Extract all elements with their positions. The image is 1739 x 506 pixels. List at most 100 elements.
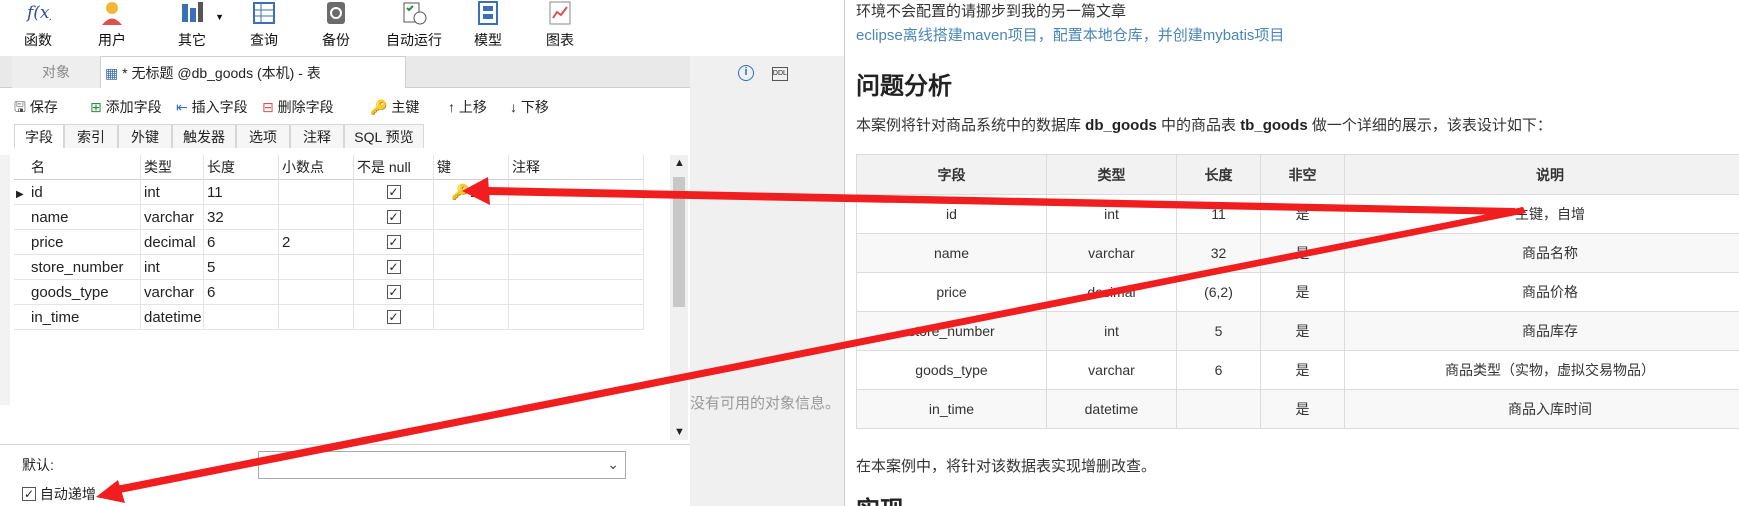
comment-cell[interactable] bbox=[509, 280, 644, 305]
article-table-cell: 是 bbox=[1260, 389, 1345, 429]
not-null-cell[interactable]: ✓ bbox=[354, 255, 434, 280]
scroll-up-icon[interactable]: ▲ bbox=[674, 157, 685, 169]
checkbox-icon[interactable]: ✓ bbox=[386, 210, 401, 225]
field-type-cell[interactable]: datetime bbox=[141, 305, 204, 330]
not-null-cell[interactable]: ✓ bbox=[354, 280, 434, 305]
field-type-cell[interactable]: varchar bbox=[141, 280, 204, 305]
field-name-cell[interactable]: in_time bbox=[28, 305, 141, 330]
comment-cell[interactable] bbox=[509, 180, 644, 205]
insert-field-button[interactable]: ⇤ 插入字段 bbox=[176, 94, 248, 120]
chevron-down-icon[interactable]: ▼ bbox=[215, 12, 224, 22]
subtab-foreign-keys[interactable]: 外键 bbox=[118, 124, 172, 148]
article-link[interactable]: eclipse离线搭建maven项目，配置本地仓库，并创建mybatis项目 bbox=[856, 24, 1284, 45]
table-row[interactable]: in_time datetime ✓ bbox=[14, 305, 644, 330]
subtab-triggers[interactable]: 触发器 bbox=[172, 124, 236, 148]
scrollbar-thumb[interactable] bbox=[673, 177, 685, 307]
ribbon-chart-button[interactable]: 图表 bbox=[540, 0, 580, 52]
field-name-cell[interactable]: store_number bbox=[28, 255, 141, 280]
field-decimals-cell[interactable] bbox=[279, 280, 354, 305]
field-length-cell[interactable]: 11 bbox=[204, 180, 279, 205]
field-type-cell[interactable]: varchar bbox=[141, 205, 204, 230]
add-field-button[interactable]: ⊞ 添加字段 bbox=[90, 94, 162, 120]
not-null-cell[interactable]: ✓ bbox=[354, 180, 434, 205]
delete-field-button[interactable]: ⊟ 删除字段 bbox=[262, 94, 334, 120]
field-name-cell[interactable]: goods_type bbox=[28, 280, 141, 305]
article-table-body: id int 11 是主键，自增 name varchar 32 是商品名称 price deci… bbox=[856, 194, 1739, 429]
subtab-comments[interactable]: 注释 bbox=[290, 124, 344, 148]
comment-cell[interactable] bbox=[509, 230, 644, 255]
table-row[interactable]: goods_type varchar 6 ✓ bbox=[14, 280, 644, 305]
field-length-cell[interactable]: 32 bbox=[204, 205, 279, 230]
field-name-cell[interactable]: price bbox=[28, 230, 141, 255]
ribbon-query-button[interactable]: 查询 bbox=[244, 0, 284, 52]
field-type-cell[interactable]: int bbox=[141, 255, 204, 280]
ribbon-schedule-button[interactable]: 自动运行 bbox=[382, 0, 446, 52]
header-comment[interactable]: 注释 bbox=[509, 155, 644, 180]
field-decimals-cell[interactable] bbox=[279, 180, 354, 205]
field-name-cell[interactable]: id bbox=[28, 180, 141, 205]
field-decimals-cell[interactable] bbox=[279, 255, 354, 280]
move-up-button[interactable]: ↑ 上移 bbox=[448, 94, 487, 120]
subtab-fields[interactable]: 字段 bbox=[14, 124, 64, 148]
table-row[interactable]: ▶ id int 11 ✓ 🔑1 bbox=[14, 180, 644, 205]
ribbon-user-button[interactable]: 用户 bbox=[92, 0, 132, 52]
ddl-icon[interactable]: DDL bbox=[771, 67, 788, 81]
field-name-cell[interactable]: name bbox=[28, 205, 141, 230]
field-length-cell[interactable]: 6 bbox=[204, 280, 279, 305]
header-key[interactable]: 键 bbox=[434, 155, 509, 180]
field-length-cell[interactable]: 5 bbox=[204, 255, 279, 280]
ribbon-backup-button[interactable]: 备份 bbox=[316, 0, 356, 52]
header-decimals[interactable]: 小数点 bbox=[279, 155, 354, 180]
subtab-sql-preview[interactable]: SQL 预览 bbox=[344, 124, 424, 148]
tab-objects[interactable]: 对象 bbox=[12, 56, 100, 88]
field-type-cell[interactable]: int bbox=[141, 180, 204, 205]
comment-cell[interactable] bbox=[509, 205, 644, 230]
field-decimals-cell[interactable] bbox=[279, 205, 354, 230]
designer-toolbar: 🖫 保存 ⊞ 添加字段 ⇤ 插入字段 ⊟ 删除字段 🔑 主键 ↑ 上移 ↓ 下移 bbox=[14, 94, 674, 120]
primary-key-button[interactable]: 🔑 主键 bbox=[370, 94, 419, 120]
default-select[interactable]: ⌄ bbox=[258, 451, 626, 479]
checkbox-icon[interactable]: ✓ bbox=[386, 260, 401, 275]
subtab-options[interactable]: 选项 bbox=[236, 124, 290, 148]
table-row[interactable]: price decimal 6 2 ✓ bbox=[14, 230, 644, 255]
not-null-cell[interactable]: ✓ bbox=[354, 205, 434, 230]
save-button[interactable]: 🖫 保存 bbox=[14, 94, 58, 120]
header-name[interactable]: 名 bbox=[28, 155, 141, 180]
field-type-cell[interactable]: decimal bbox=[141, 230, 204, 255]
not-null-cell[interactable]: ✓ bbox=[354, 230, 434, 255]
key-cell[interactable] bbox=[434, 255, 509, 280]
ribbon-model-button[interactable]: 模型 bbox=[468, 0, 508, 52]
key-cell[interactable] bbox=[434, 205, 509, 230]
article-table-cell: 是 bbox=[1260, 311, 1345, 351]
not-null-cell[interactable]: ✓ bbox=[354, 305, 434, 330]
info-icon[interactable]: i bbox=[738, 65, 754, 81]
tab-table-design[interactable]: ▦ * 无标题 @db_goods (本机) - 表 bbox=[100, 56, 406, 88]
checkbox-icon[interactable]: ✓ bbox=[386, 310, 401, 325]
field-length-cell[interactable]: 6 bbox=[204, 230, 279, 255]
checkbox-icon[interactable]: ✓ bbox=[386, 235, 401, 250]
table-row[interactable]: name varchar 32 ✓ bbox=[14, 205, 644, 230]
key-cell[interactable] bbox=[434, 305, 509, 330]
key-order: 1 bbox=[469, 184, 479, 201]
header-length[interactable]: 长度 bbox=[204, 155, 279, 180]
checkbox-icon[interactable]: ✓ bbox=[386, 185, 401, 200]
ribbon-function-button[interactable]: f(x) 函数 bbox=[18, 0, 58, 52]
key-cell[interactable] bbox=[434, 230, 509, 255]
subtab-indexes[interactable]: 索引 bbox=[64, 124, 118, 148]
table-row[interactable]: store_number int 5 ✓ bbox=[14, 255, 644, 280]
key-cell[interactable]: 🔑1 bbox=[434, 180, 509, 205]
comment-cell[interactable] bbox=[509, 255, 644, 280]
checkbox-icon[interactable]: ✓ bbox=[386, 285, 401, 300]
comment-cell[interactable] bbox=[509, 305, 644, 330]
field-decimals-cell[interactable]: 2 bbox=[279, 230, 354, 255]
move-down-button[interactable]: ↓ 下移 bbox=[510, 94, 549, 120]
scroll-down-icon[interactable]: ▼ bbox=[674, 426, 685, 438]
grid-scrollbar[interactable]: ▲ ▼ bbox=[670, 155, 688, 440]
header-not-null[interactable]: 不是 null bbox=[354, 155, 434, 180]
field-decimals-cell[interactable] bbox=[279, 305, 354, 330]
key-cell[interactable] bbox=[434, 280, 509, 305]
field-length-cell[interactable] bbox=[204, 305, 279, 330]
auto-increment-checkbox[interactable]: ✓ 自动递增 bbox=[22, 484, 96, 504]
ribbon-other-button[interactable]: 其它 ▼ bbox=[166, 0, 224, 52]
header-type[interactable]: 类型 bbox=[141, 155, 204, 180]
